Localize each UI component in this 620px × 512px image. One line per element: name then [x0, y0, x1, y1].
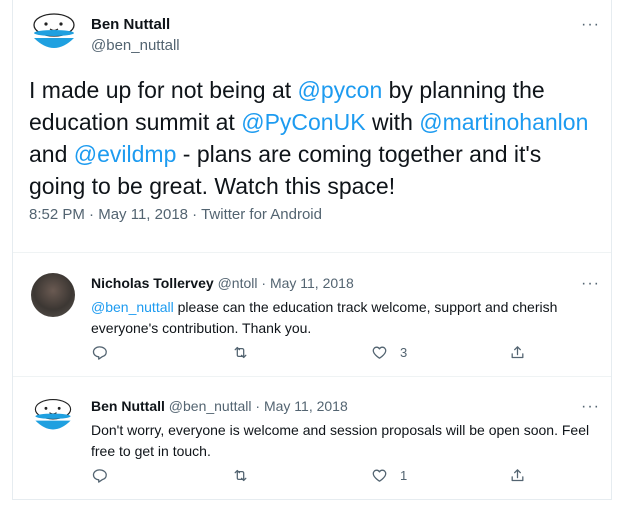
author-handle[interactable]: @ben_nuttall: [169, 398, 252, 414]
mention-link[interactable]: @PyConUK: [241, 109, 365, 135]
mention-link[interactable]: @evildmp: [74, 141, 177, 167]
retweet-button[interactable]: [232, 467, 249, 484]
reply-tweet[interactable]: Ben Nuttall @ben_nuttall · May 11, 2018 …: [13, 377, 611, 499]
separator: ·: [255, 398, 261, 414]
like-button[interactable]: 3: [371, 344, 407, 361]
text-fragment: I made up for not being at: [29, 77, 298, 103]
more-icon[interactable]: ···: [581, 17, 600, 33]
separator: ·: [261, 275, 267, 291]
author-handle[interactable]: @ben_nuttall: [91, 37, 180, 54]
tweet-source[interactable]: Twitter for Android: [201, 206, 322, 223]
reply-button[interactable]: [91, 344, 108, 361]
retweet-button[interactable]: [232, 344, 249, 361]
reply-icon: [92, 346, 107, 360]
author-name[interactable]: Nicholas Tollervey: [91, 275, 214, 291]
reply-text: Don't worry, everyone is welcome and ses…: [91, 422, 590, 459]
retweet-icon: [234, 469, 247, 482]
avatar[interactable]: [31, 396, 75, 440]
like-button[interactable]: 1: [371, 467, 407, 484]
tweet-date[interactable]: May 11, 2018: [264, 398, 348, 414]
like-icon: [372, 469, 387, 482]
more-icon[interactable]: ···: [581, 399, 600, 415]
tweet-thread: Ben Nuttall @ben_nuttall ··· I made up f…: [12, 0, 612, 500]
reply-button[interactable]: [91, 467, 108, 484]
mention-link[interactable]: @pycon: [298, 77, 383, 103]
text-fragment: with: [365, 109, 420, 135]
action-bar: 1: [91, 467, 531, 487]
mention-link[interactable]: @martinohanlon: [419, 109, 588, 135]
main-tweet: Ben Nuttall @ben_nuttall ··· I made up f…: [13, 0, 611, 253]
tweet-time[interactable]: 8:52 PM: [29, 206, 85, 223]
share-button[interactable]: [509, 467, 526, 484]
separator: ·: [89, 206, 95, 223]
tweet-date[interactable]: May 11, 2018: [270, 275, 354, 291]
share-button[interactable]: [509, 344, 526, 361]
more-icon[interactable]: ···: [581, 276, 600, 292]
retweet-icon: [234, 346, 247, 359]
author-name[interactable]: Ben Nuttall: [91, 16, 170, 33]
like-count: 3: [400, 345, 408, 360]
reply-header: Nicholas Tollervey @ntoll · May 11, 2018: [91, 275, 354, 291]
mention-link[interactable]: @ben_nuttall: [91, 299, 174, 315]
separator: ·: [192, 206, 198, 223]
like-icon: [372, 346, 387, 359]
tweet-meta: 8:52 PM · May 11, 2018 · Twitter for And…: [29, 206, 322, 223]
like-count: 1: [400, 468, 408, 483]
reply-tweet[interactable]: Nicholas Tollervey @ntoll · May 11, 2018…: [13, 254, 611, 377]
share-icon: [511, 346, 524, 359]
author-handle[interactable]: @ntoll: [218, 275, 258, 291]
avatar[interactable]: [31, 273, 75, 317]
tweet-text: I made up for not being at @pycon by pla…: [29, 74, 601, 202]
action-bar: 3: [91, 344, 531, 364]
reply-icon: [92, 469, 107, 483]
avatar[interactable]: [29, 10, 79, 60]
reply-header: Ben Nuttall @ben_nuttall · May 11, 2018: [91, 398, 348, 414]
text-fragment: and: [29, 141, 74, 167]
share-icon: [511, 469, 524, 482]
tweet-date[interactable]: May 11, 2018: [98, 206, 188, 223]
author-name[interactable]: Ben Nuttall: [91, 398, 165, 414]
reply-text: @ben_nuttall please can the education tr…: [91, 297, 601, 339]
